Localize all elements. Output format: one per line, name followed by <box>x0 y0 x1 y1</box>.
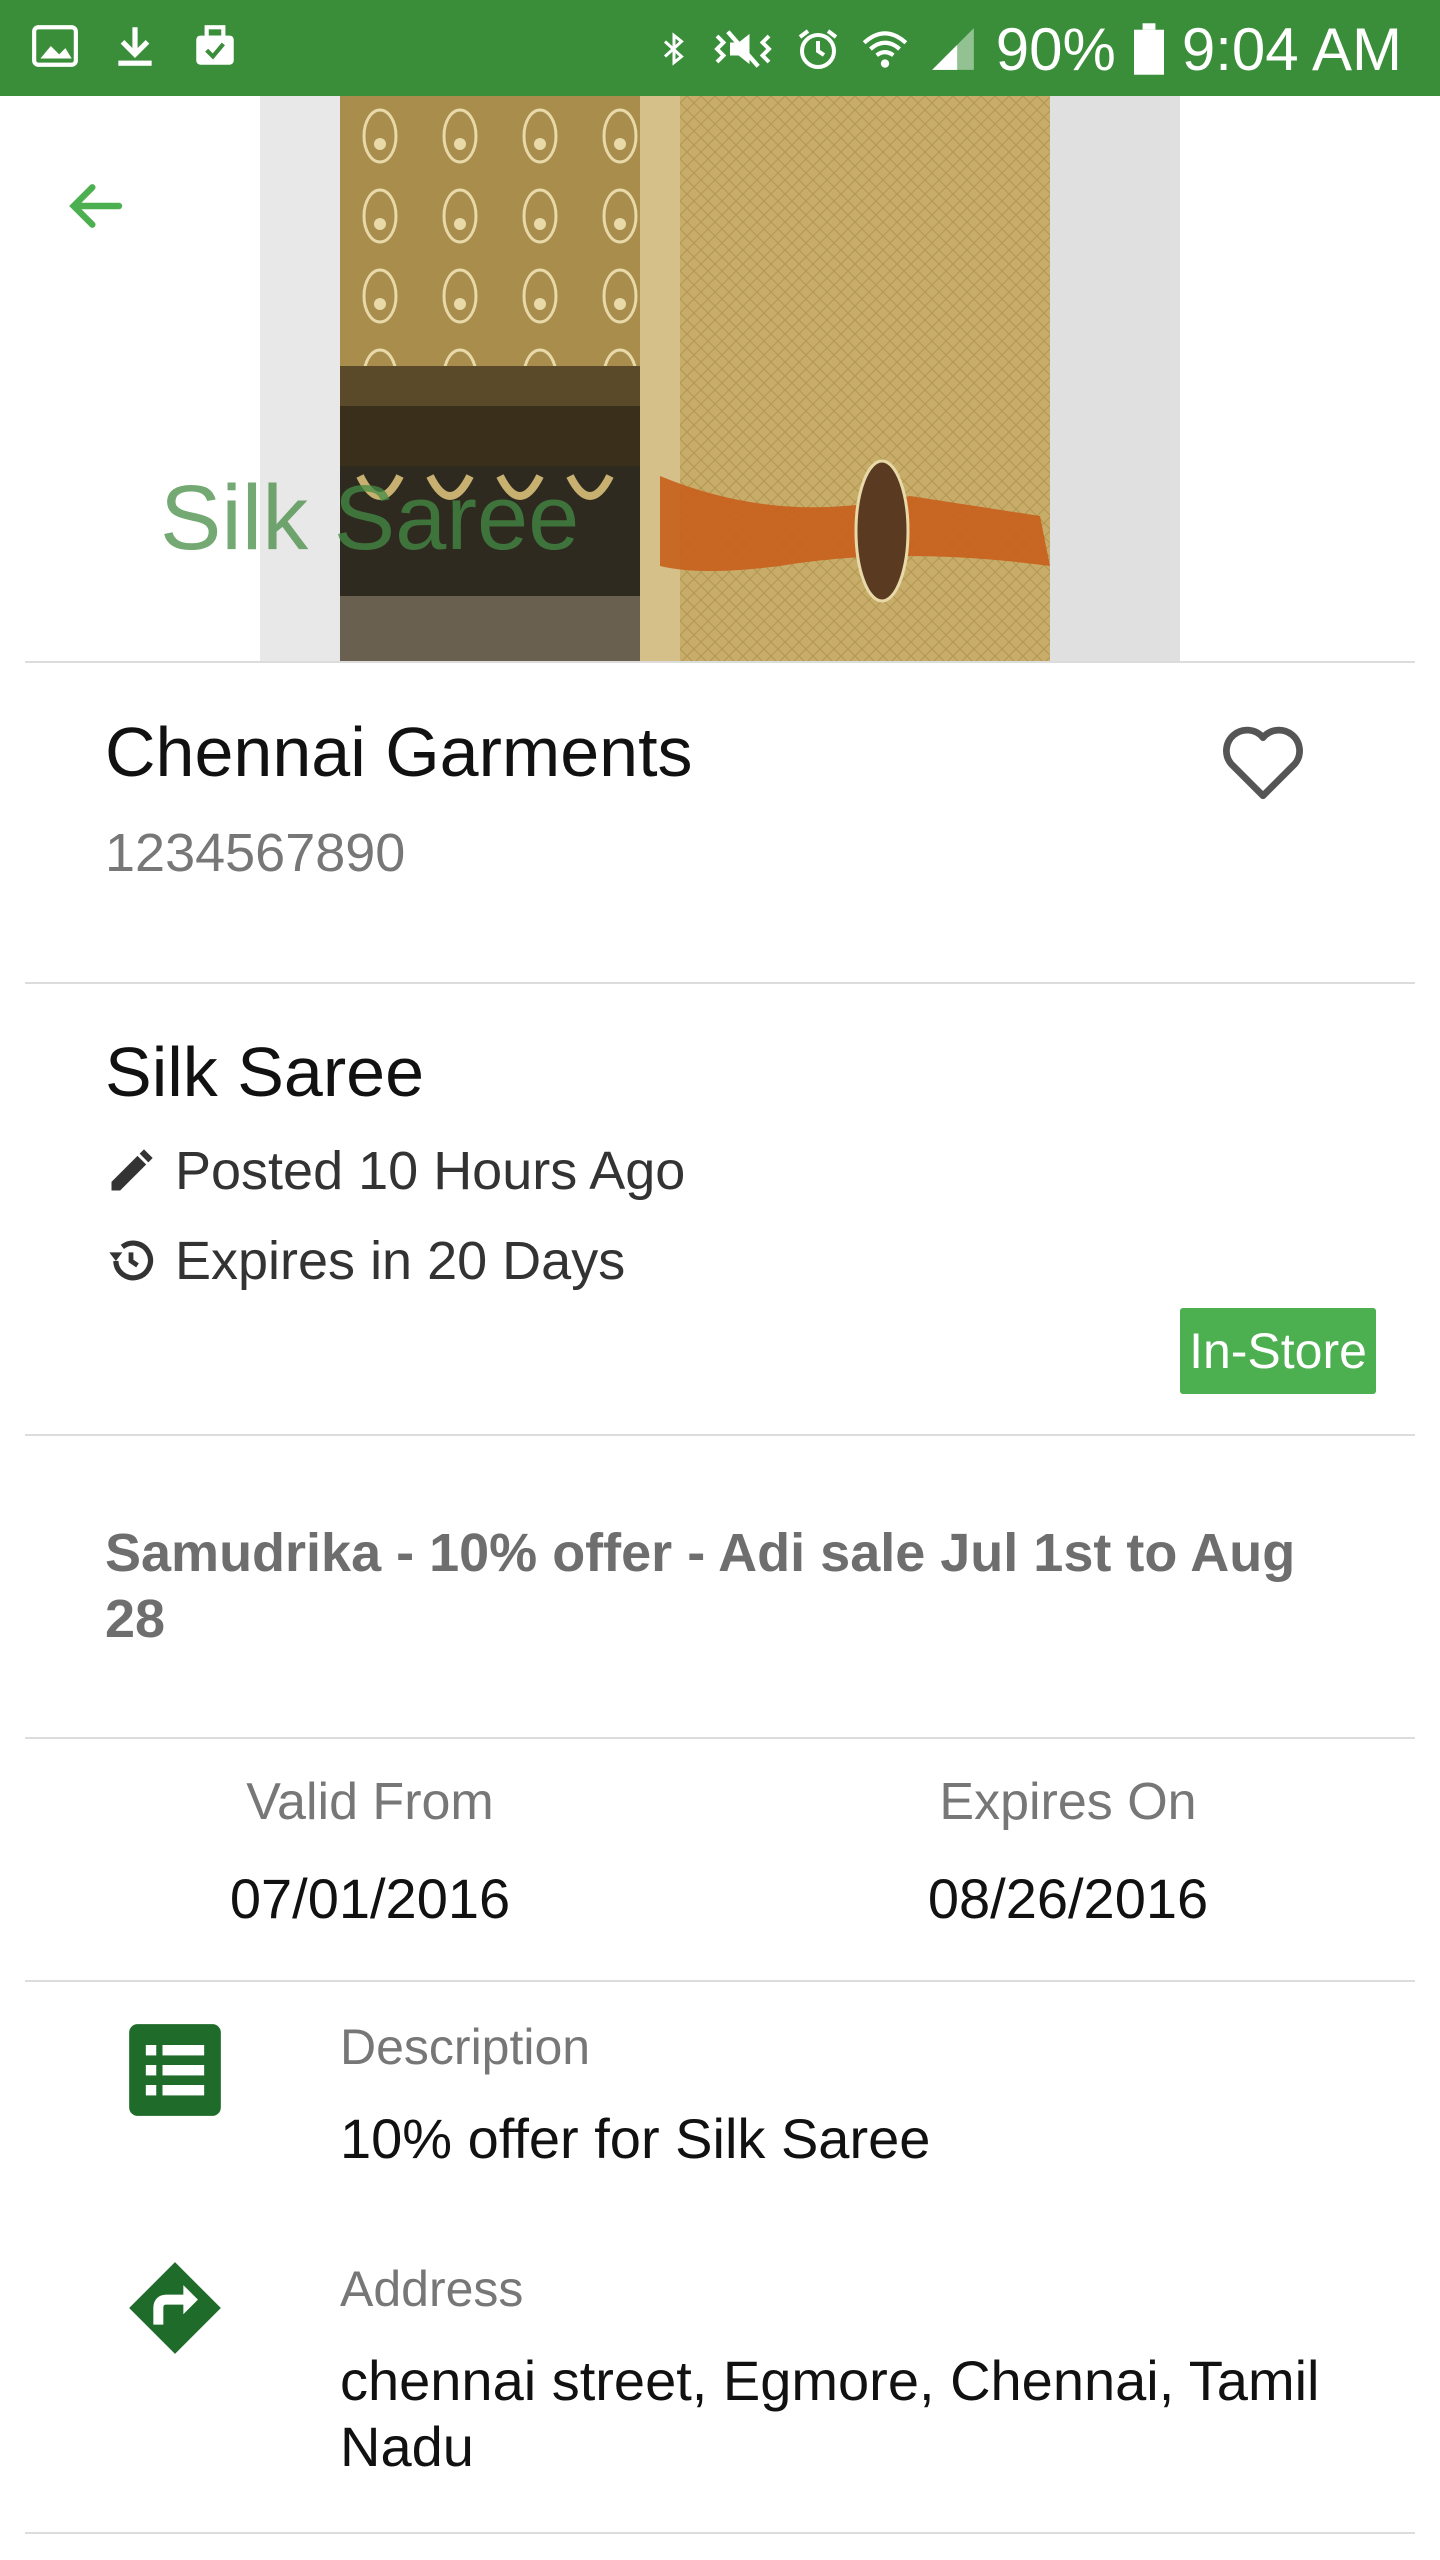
address-label: Address <box>340 2261 524 2317</box>
divider <box>25 982 1415 984</box>
posted-text: Posted 10 Hours Ago <box>175 1141 686 1201</box>
expires-on-label: Expires On <box>939 1773 1197 1831</box>
directions-icon[interactable] <box>125 2258 225 2358</box>
expires-on-value: 08/26/2016 <box>927 1867 1209 1930</box>
vibrate-icon <box>714 30 772 68</box>
expires-text: Expires in 20 Days <box>175 1231 626 1291</box>
description-text: 10% offer for Silk Saree <box>340 2107 931 2170</box>
alarm-icon <box>798 29 837 69</box>
valid-from: Valid From 07/01/2016 <box>110 1772 630 1931</box>
divider <box>25 661 1415 663</box>
divider <box>25 1980 1415 1982</box>
expires-row: Expires in 20 Days <box>105 1230 625 1292</box>
address-text[interactable]: chennai street, Egmore, Chennai, Tamil N… <box>340 2348 1360 2480</box>
download-icon <box>118 27 152 66</box>
product-image <box>260 96 1180 661</box>
briefcase-icon <box>196 25 234 65</box>
history-icon <box>109 1240 154 1281</box>
store-name: Chennai Garments <box>105 713 693 791</box>
battery-icon <box>1133 23 1164 75</box>
hero-banner: Silk Saree <box>0 96 1440 661</box>
offer-title: Silk Saree <box>105 1033 425 1111</box>
wifi-icon <box>862 31 907 68</box>
signal-icon <box>931 28 974 70</box>
in-store-badge: In-Store <box>1180 1308 1376 1394</box>
description-label: Description <box>340 2019 591 2075</box>
divider <box>25 1434 1415 1436</box>
store-phone[interactable]: 1234567890 <box>105 822 405 884</box>
divider <box>25 2532 1415 2534</box>
pencil-icon <box>111 1149 153 1191</box>
list-icon <box>129 2024 221 2116</box>
saree-photo <box>260 96 1180 661</box>
favorite-button[interactable] <box>1218 720 1308 804</box>
heart-outline-icon <box>1223 726 1303 800</box>
status-bar: 90% 9:04 AM <box>0 0 1440 96</box>
clock: 9:04 AM <box>1181 15 1402 83</box>
expires-on: Expires On 08/26/2016 <box>808 1772 1328 1931</box>
battery-percent: 90% <box>995 15 1116 83</box>
divider <box>25 1737 1415 1739</box>
hero-title: Silk Saree <box>160 467 580 569</box>
back-button[interactable] <box>55 166 135 246</box>
valid-from-value: 07/01/2016 <box>229 1867 511 1930</box>
valid-from-label: Valid From <box>246 1773 494 1831</box>
offer-headline: Samudrika - 10% offer - Adi sale Jul 1st… <box>105 1523 1296 1649</box>
bluetooth-icon <box>663 32 684 66</box>
image-icon <box>32 25 78 67</box>
posted-row: Posted 10 Hours Ago <box>105 1140 685 1202</box>
arrow-left-icon <box>69 184 123 228</box>
